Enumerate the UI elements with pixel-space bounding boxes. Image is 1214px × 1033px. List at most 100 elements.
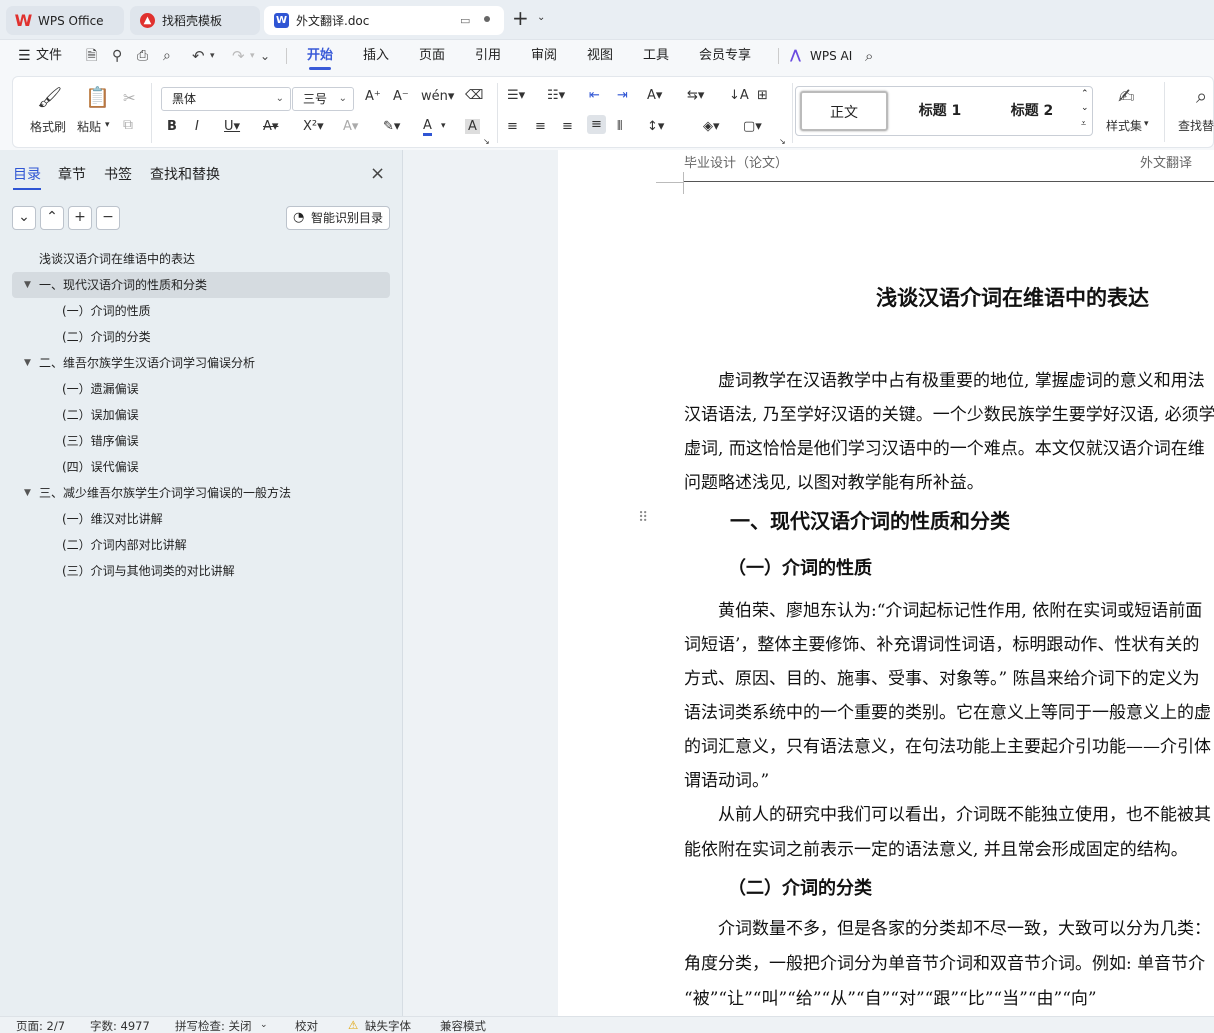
paste-icon[interactable]: 📋 [85, 85, 110, 109]
format-painter-button[interactable]: 格式刷 [30, 118, 66, 135]
text-direction-icon[interactable]: ⇆▾ [687, 88, 704, 103]
tab-document[interactable]: W 外文翻译.doc ▭ [264, 6, 504, 35]
toc-item[interactable]: (一）维汉对比讲解 [12, 506, 390, 532]
align-left-icon[interactable]: ≡ [507, 119, 518, 134]
toc-item[interactable]: (三）介词与其他词类的对比讲解 [12, 558, 390, 584]
bold-icon[interactable]: B [167, 119, 177, 134]
dialog-launcher-icon[interactable]: ↘ [483, 137, 490, 146]
undo-dropdown-icon[interactable]: ▾ [210, 40, 215, 72]
highlight-icon[interactable]: ✎▾ [383, 119, 400, 134]
collapse-all-icon[interactable]: ⌄ [12, 206, 36, 230]
font-color-dropdown-icon[interactable]: ▾ [441, 121, 446, 131]
spellcheck-dropdown-icon[interactable]: ⌄ [260, 1020, 268, 1030]
paste-button[interactable]: 粘贴 [77, 118, 101, 135]
tab-wps-office[interactable]: W WPS Office [6, 6, 124, 35]
style-heading-1[interactable]: 标题 1 [896, 91, 984, 131]
close-icon[interactable]: × [370, 163, 385, 184]
toc-item[interactable]: (一）遗漏偏误 [12, 376, 390, 402]
toc-item[interactable]: (二）介词的分类 [12, 324, 390, 350]
clear-format-icon[interactable]: ⌫ [465, 88, 483, 103]
toc-item[interactable]: ▼ 一、现代汉语介词的性质和分类 [12, 272, 390, 298]
toc-item[interactable]: (二）误加偏误 [12, 402, 390, 428]
link-icon[interactable]: ⚲ [112, 40, 122, 72]
tab-find-replace[interactable]: 查找和替换 [150, 164, 220, 184]
borders-icon[interactable]: ▢▾ [743, 119, 762, 134]
text-effect-icon[interactable]: A▾ [343, 119, 358, 134]
cut-icon[interactable]: ✂ [123, 89, 136, 107]
justify-icon[interactable]: ≡ [587, 115, 606, 134]
italic-icon[interactable]: I [195, 119, 199, 134]
menu-view[interactable]: 视图 [587, 40, 613, 72]
grow-font-icon[interactable]: A⁺ [365, 89, 381, 104]
style-set-button[interactable]: 样式集 [1106, 117, 1142, 134]
drag-handle-icon[interactable]: ⠿ [638, 510, 648, 526]
menu-page[interactable]: 页面 [419, 40, 445, 72]
style-set-icon[interactable]: ✍ [1118, 84, 1135, 108]
menu-wps-ai[interactable]: WPS AI [810, 40, 852, 72]
menu-home[interactable]: 开始 [307, 40, 333, 72]
toc-item[interactable]: (三）错序偏误 [12, 428, 390, 454]
menu-review[interactable]: 审阅 [531, 40, 557, 72]
strikethrough-icon[interactable]: A▾ [263, 119, 278, 134]
style-set-dropdown-icon[interactable]: ▾ [1144, 119, 1149, 129]
paste-dropdown-icon[interactable]: ▾ [105, 120, 110, 130]
redo-dropdown-icon[interactable]: ▾ [250, 40, 255, 72]
gallery-scroll-up-icon[interactable]: ⌃ [1081, 89, 1089, 99]
undo-icon[interactable]: ↶ [192, 40, 205, 72]
asian-layout-icon[interactable]: A▾ [647, 88, 662, 103]
phonetic-guide-icon[interactable]: wén▾ [421, 89, 454, 104]
style-heading-2[interactable]: 标题 2 [986, 91, 1078, 131]
status-words[interactable]: 字数: 4977 [90, 1018, 150, 1033]
menu-member[interactable]: 会员专享 [699, 40, 751, 72]
redo-icon[interactable]: ↷ [232, 40, 245, 72]
underline-icon[interactable]: U▾ [224, 119, 240, 134]
toc-item[interactable]: 浅谈汉语介词在维语中的表达 [12, 246, 390, 272]
search-icon[interactable]: ⌕ [865, 40, 873, 72]
align-center-icon[interactable]: ≡ [535, 119, 546, 134]
add-heading-icon[interactable]: + [68, 206, 92, 230]
status-page[interactable]: 页面: 2/7 [16, 1018, 65, 1033]
toc-item[interactable]: (一）介词的性质 [12, 298, 390, 324]
line-spacing-icon[interactable]: ↕▾ [647, 119, 664, 134]
toc-item[interactable]: ▼ 三、减少维吾尔族学生介词学习偏误的一般方法 [12, 480, 390, 506]
gallery-expand-icon[interactable]: ⩡ [1081, 119, 1086, 129]
format-painter-icon[interactable]: 🖌 [37, 85, 62, 109]
toc-collapse-icon[interactable]: ▼ [24, 480, 31, 506]
status-proofread[interactable]: 校对 [295, 1018, 318, 1033]
shrink-font-icon[interactable]: A⁻ [393, 89, 409, 104]
style-normal[interactable]: 正文 [800, 91, 888, 131]
sort-icon[interactable]: ↓A [729, 88, 749, 103]
find-replace-button[interactable]: 查找替 [1178, 117, 1214, 134]
status-missing-font[interactable]: 缺失字体 [365, 1018, 411, 1033]
tab-toc[interactable]: 目录 [13, 164, 41, 190]
document-page[interactable]: 毕业设计（论文） 外文翻译 浅谈汉语介词在维语中的表达 虚词教学在汉语教学中占有… [558, 150, 1214, 1016]
find-icon[interactable]: ⌕ [1196, 84, 1207, 108]
superscript-icon[interactable]: X²▾ [303, 119, 324, 134]
menu-file[interactable]: 文件 [36, 40, 62, 72]
increase-indent-icon[interactable]: ⇥ [617, 88, 628, 103]
status-compat-mode[interactable]: 兼容模式 [440, 1018, 486, 1033]
tab-bookmarks[interactable]: 书签 [104, 164, 132, 184]
chevron-down-icon[interactable]: ⌄ [537, 12, 545, 23]
menu-references[interactable]: 引用 [475, 40, 501, 72]
char-shading-icon[interactable]: A [465, 119, 480, 134]
font-size-select[interactable]: 三号 ⌄ [292, 87, 354, 111]
decrease-indent-icon[interactable]: ⇤ [589, 88, 600, 103]
shading-icon[interactable]: ◈▾ [703, 119, 720, 134]
print-preview-icon[interactable]: ⌕ [163, 40, 171, 72]
save-icon[interactable]: 🗎 [86, 40, 97, 72]
toc-collapse-icon[interactable]: ▼ [24, 272, 31, 298]
restore-icon[interactable]: ▭ [460, 14, 470, 27]
font-color-icon[interactable]: A [423, 119, 432, 136]
align-right-icon[interactable]: ≡ [562, 119, 573, 134]
new-tab-button[interactable]: + [512, 6, 529, 30]
smart-toc-button[interactable]: ◔ 智能识别目录 [286, 206, 390, 230]
status-spellcheck[interactable]: 拼写检查: 关闭 [175, 1018, 252, 1033]
menu-tools[interactable]: 工具 [643, 40, 669, 72]
tab-template[interactable]: ▲ 找稻壳模板 [130, 6, 260, 35]
menu-insert[interactable]: 插入 [363, 40, 389, 72]
show-marks-icon[interactable]: ⊞ [757, 88, 768, 103]
dialog-launcher-icon[interactable]: ↘ [779, 137, 786, 146]
more-chevron-icon[interactable]: ⌄ [260, 40, 270, 72]
gallery-scroll-down-icon[interactable]: ⌄ [1081, 103, 1089, 113]
